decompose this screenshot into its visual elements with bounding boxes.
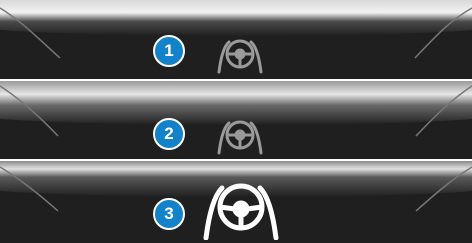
hands-on-steering-wheel-icon [217,39,263,74]
step-badge-1: 1 [153,35,185,67]
hands-on-steering-wheel-icon [203,183,279,240]
display-panel-2: 2 [0,81,472,159]
display-sequence: 1 2 3 [0,0,472,243]
display-panel-3: 3 [0,161,472,243]
step-badge-3: 3 [153,198,185,230]
display-panel-1: 1 [0,0,472,79]
step-badge-2: 2 [153,118,185,150]
hands-on-steering-wheel-icon [217,120,263,155]
